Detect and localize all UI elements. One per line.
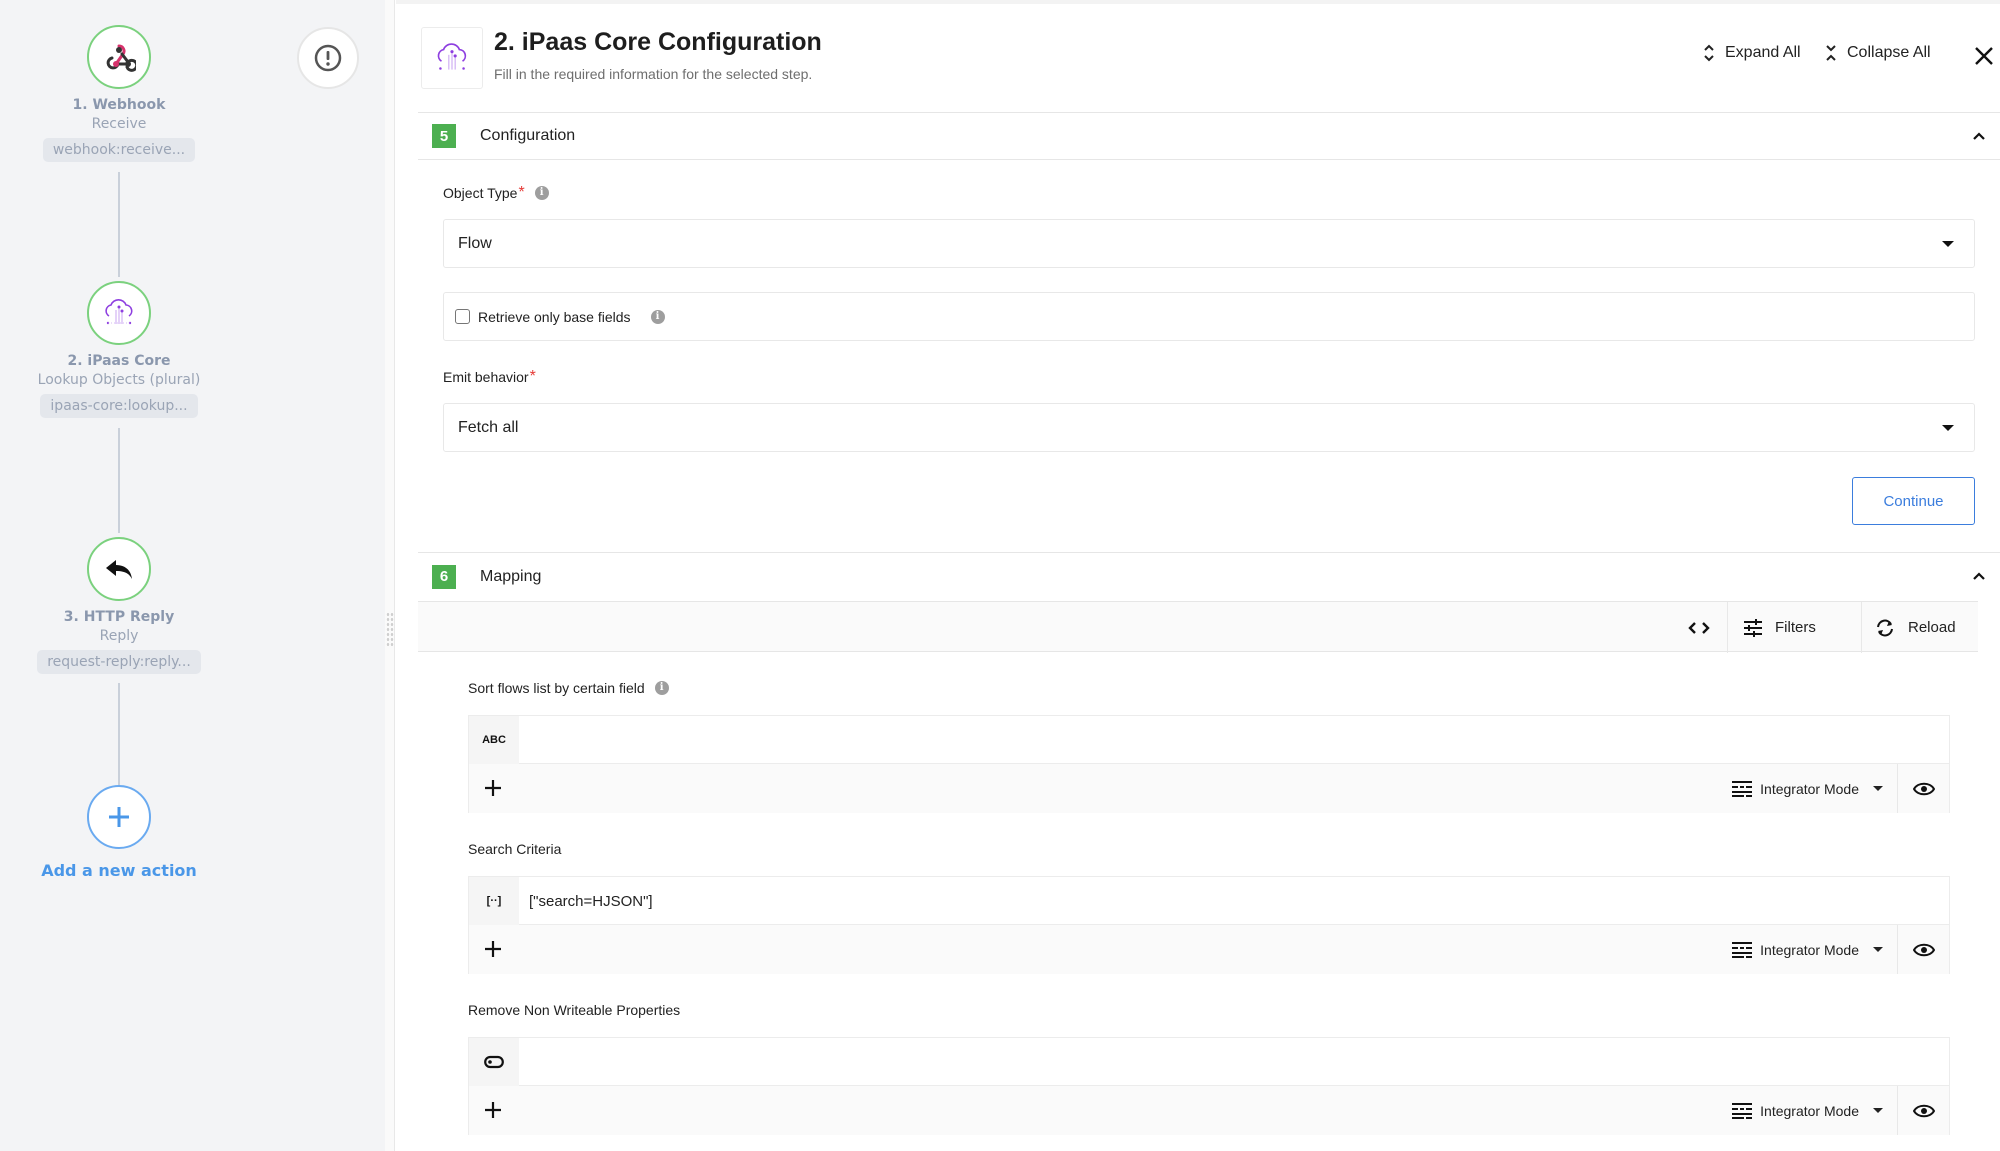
code-icon: [1688, 621, 1710, 634]
preview-button[interactable]: [1897, 1086, 1949, 1135]
panel-divider: [385, 0, 395, 1151]
webhook-icon: [106, 44, 136, 72]
chevron-up-icon[interactable]: [1972, 569, 1986, 583]
toggle-boolean-icon: [484, 1055, 504, 1069]
section-title: Configuration: [480, 127, 576, 144]
reply-arrow-icon: [106, 560, 132, 579]
retrieve-base-fields-row: Retrieve only base fields i: [443, 292, 1975, 341]
code-view-button[interactable]: [1688, 602, 1710, 653]
add-action-label: Add a new action: [41, 861, 197, 880]
step-badge: 5: [432, 124, 456, 148]
node-subtitle: Lookup Objects (plural): [37, 372, 201, 388]
mapping-field-sort: ABC Integrator Mode: [468, 715, 1950, 813]
node-subtitle: Receive: [91, 116, 147, 132]
preview-button[interactable]: [1897, 925, 1949, 974]
info-icon[interactable]: i: [650, 309, 665, 324]
node-tag: ipaas-core:lookup...: [40, 394, 198, 418]
required-mark: *: [529, 368, 536, 385]
plus-icon[interactable]: [483, 939, 503, 959]
retrieve-base-fields-checkbox[interactable]: [455, 309, 470, 324]
reload-label: Reload: [1908, 619, 1956, 636]
array-type-icon: [··]: [469, 877, 519, 925]
step-badge: 6: [432, 564, 456, 589]
mapping-section-header[interactable]: 6 Mapping: [418, 552, 2000, 600]
plus-icon[interactable]: [483, 778, 503, 798]
mapping-field-search-criteria: [··] ["search=HJSON"] Integrator Mode: [468, 876, 1950, 974]
eye-icon: [1912, 1104, 1935, 1117]
dropdown-caret-icon: [1942, 241, 1954, 247]
mapping-field-label: Sort flows list by certain field i: [468, 680, 669, 696]
sliders-icon: [1744, 618, 1762, 637]
node-title: 1. Webhook: [72, 97, 166, 113]
eye-icon: [1912, 782, 1935, 795]
integrator-mode-dropdown[interactable]: Integrator Mode: [1732, 1086, 1883, 1135]
reload-button[interactable]: Reload: [1874, 602, 1956, 653]
eye-icon: [1912, 943, 1935, 956]
cloud-network-icon: [105, 299, 133, 325]
text-lines-icon: [1732, 780, 1753, 797]
info-icon[interactable]: i: [534, 186, 549, 200]
required-mark: *: [518, 184, 525, 201]
preview-button[interactable]: [1897, 764, 1949, 813]
page-subtitle: Fill in the required information for the…: [494, 66, 813, 82]
plus-icon: [109, 807, 129, 827]
filters-label: Filters: [1775, 619, 1816, 636]
step-icon: [421, 27, 483, 89]
flow-connector: [118, 172, 120, 277]
dropdown-caret-icon: [1873, 947, 1883, 952]
filters-button[interactable]: Filters: [1743, 602, 1816, 653]
flow-node-webhook[interactable]: 1. Webhook Receive webhook:receive...: [0, 25, 238, 162]
page-title: 2. iPaas Core Configuration: [494, 28, 822, 56]
node-title: 3. HTTP Reply: [63, 609, 175, 625]
mapping-field-remove-non-writeable: Integrator Mode: [468, 1037, 1950, 1135]
mapping-input[interactable]: ["search=HJSON"]: [529, 877, 653, 925]
add-action-button[interactable]: Add a new action: [0, 785, 238, 880]
close-icon[interactable]: [1972, 44, 1996, 68]
object-type-select[interactable]: Flow: [443, 219, 1975, 268]
flow-node-http-reply[interactable]: 3. HTTP Reply Reply request-reply:reply.…: [0, 537, 238, 674]
text-lines-icon: [1732, 1102, 1753, 1119]
plus-icon[interactable]: [483, 1100, 503, 1120]
flow-connector: [118, 428, 120, 533]
alert-circle-icon: [314, 44, 342, 72]
node-tag: request-reply:reply...: [37, 650, 201, 674]
config-panel: 2. iPaas Core Configuration Fill in the …: [396, 0, 2000, 1151]
configuration-section-header[interactable]: 5 Configuration: [418, 112, 2000, 160]
flow-panel: 1. Webhook Receive webhook:receive... 2.…: [0, 0, 385, 1151]
alert-button[interactable]: [297, 27, 359, 89]
node-subtitle: Reply: [99, 628, 139, 644]
section-title: Mapping: [480, 567, 542, 585]
mapping-field-label: Search Criteria: [468, 841, 562, 857]
retrieve-base-fields-label: Retrieve only base fields: [478, 308, 631, 325]
reload-icon: [1877, 619, 1893, 636]
expand-icon: [1704, 44, 1714, 62]
node-title: 2. iPaas Core: [67, 353, 171, 369]
object-type-label: Object Type * i: [443, 184, 549, 202]
cloud-network-icon: [437, 43, 467, 70]
emit-behavior-select[interactable]: Fetch all: [443, 403, 1975, 452]
integrator-mode-dropdown[interactable]: Integrator Mode: [1732, 925, 1883, 974]
collapse-all-button[interactable]: Collapse All: [1825, 44, 1931, 62]
integrator-mode-dropdown[interactable]: Integrator Mode: [1732, 764, 1883, 813]
mapping-toolbar: Filters Reload: [418, 601, 1978, 653]
expand-all-label: Expand All: [1725, 44, 1801, 61]
collapse-icon: [1826, 45, 1836, 61]
string-type-icon: ABC: [469, 716, 519, 764]
node-tag: webhook:receive...: [42, 138, 196, 162]
chevron-up-icon[interactable]: [1972, 129, 1986, 143]
dropdown-caret-icon: [1873, 1108, 1883, 1113]
flow-connector: [118, 683, 120, 787]
emit-behavior-label: Emit behavior *: [443, 368, 536, 385]
collapse-all-label: Collapse All: [1847, 44, 1931, 61]
text-lines-icon: [1732, 941, 1753, 958]
info-icon[interactable]: i: [654, 681, 669, 695]
expand-all-button[interactable]: Expand All: [1703, 44, 1801, 62]
flow-node-ipaas-core[interactable]: 2. iPaas Core Lookup Objects (plural) ip…: [0, 281, 238, 418]
dropdown-caret-icon: [1873, 786, 1883, 791]
resize-handle[interactable]: [386, 612, 394, 648]
dropdown-caret-icon: [1942, 425, 1954, 431]
mapping-field-label: Remove Non Writeable Properties: [468, 1002, 681, 1018]
mapping-input[interactable]: [529, 716, 1949, 764]
continue-button[interactable]: Continue: [1852, 477, 1975, 525]
